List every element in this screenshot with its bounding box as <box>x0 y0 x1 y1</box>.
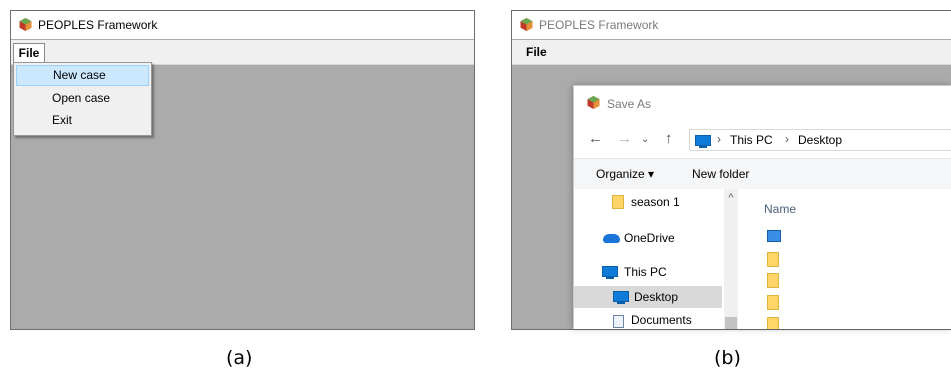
folder-icon[interactable] <box>767 295 779 310</box>
navigation-row: ← → ⌄ ↑ › This PC › Desktop <box>574 126 951 156</box>
menu-bar: File <box>512 40 951 65</box>
file-menu[interactable]: File <box>526 43 547 61</box>
window-title: PEOPLES Framework <box>38 18 158 32</box>
tree-item-label: Desktop <box>634 290 679 304</box>
recent-locations-chevron-icon[interactable]: ⌄ <box>641 134 649 145</box>
breadcrumb-separator-icon: › <box>717 132 721 146</box>
caption-a: (a) <box>226 347 253 369</box>
tree-item-label: Documents <box>631 313 692 327</box>
navigation-scrollbar[interactable]: ^ <box>724 189 738 329</box>
new-folder-button[interactable]: New folder <box>692 167 749 181</box>
breadcrumb-this-pc[interactable]: This PC <box>730 133 773 147</box>
tree-item-desktop[interactable]: Desktop <box>574 286 722 308</box>
file-dropdown-menu: New case Open case Exit <box>13 62 152 136</box>
organize-button[interactable]: Organize ▾ <box>596 167 654 181</box>
folder-icon <box>612 195 624 209</box>
title-bar: PEOPLES Framework <box>512 11 951 39</box>
menu-item-open-case[interactable]: Open case <box>16 88 149 109</box>
breadcrumb-desktop[interactable]: Desktop <box>798 133 842 147</box>
folder-icon[interactable] <box>767 273 779 288</box>
column-header-name[interactable]: Name <box>764 202 796 216</box>
folder-icon[interactable] <box>767 252 779 267</box>
up-arrow-icon[interactable]: ↑ <box>665 130 673 147</box>
address-bar[interactable]: › This PC › Desktop <box>689 129 951 151</box>
scroll-thumb[interactable] <box>725 317 737 329</box>
title-bar: PEOPLES Framework <box>11 11 474 39</box>
window-title: PEOPLES Framework <box>539 18 659 32</box>
tree-item-documents[interactable]: Documents <box>574 309 722 329</box>
file-list-pane: Name <box>738 189 951 329</box>
app-logo-icon <box>520 18 533 31</box>
file-menu[interactable]: File <box>13 43 45 63</box>
cloud-icon <box>603 234 620 243</box>
back-arrow-icon[interactable]: ← <box>588 130 603 147</box>
tree-item-onedrive[interactable]: OneDrive <box>574 227 722 249</box>
tree-item-season-1[interactable]: season 1 <box>574 191 722 213</box>
caption-b: (b) <box>714 347 741 369</box>
menu-item-exit[interactable]: Exit <box>16 110 149 131</box>
app-window-a: PEOPLES Framework File <box>10 10 475 330</box>
app-logo-icon <box>587 96 600 109</box>
forward-arrow-icon[interactable]: → <box>617 130 632 147</box>
desktop-icon <box>613 291 629 304</box>
save-as-dialog: Save As ← → ⌄ ↑ › This PC › Desktop Orga… <box>573 85 951 329</box>
document-icon <box>613 315 624 328</box>
navigation-pane: season 1 OneDrive This PC Desktop Docume… <box>574 189 724 329</box>
menu-item-new-case[interactable]: New case <box>16 65 149 86</box>
shortcut-icon[interactable] <box>767 230 781 242</box>
computer-icon <box>602 266 618 279</box>
app-logo-icon <box>19 18 32 31</box>
scroll-up-arrow-icon[interactable]: ^ <box>724 189 738 205</box>
computer-icon <box>695 135 711 148</box>
tree-item-this-pc[interactable]: This PC <box>574 261 722 283</box>
tree-item-label: This PC <box>624 265 667 279</box>
dialog-title: Save As <box>607 97 652 111</box>
breadcrumb-separator-icon: › <box>785 132 789 146</box>
folder-icon[interactable] <box>767 317 779 329</box>
tree-item-label: OneDrive <box>624 231 675 245</box>
command-bar: Organize ▾ New folder <box>574 158 951 190</box>
tree-item-label: season 1 <box>631 195 680 209</box>
